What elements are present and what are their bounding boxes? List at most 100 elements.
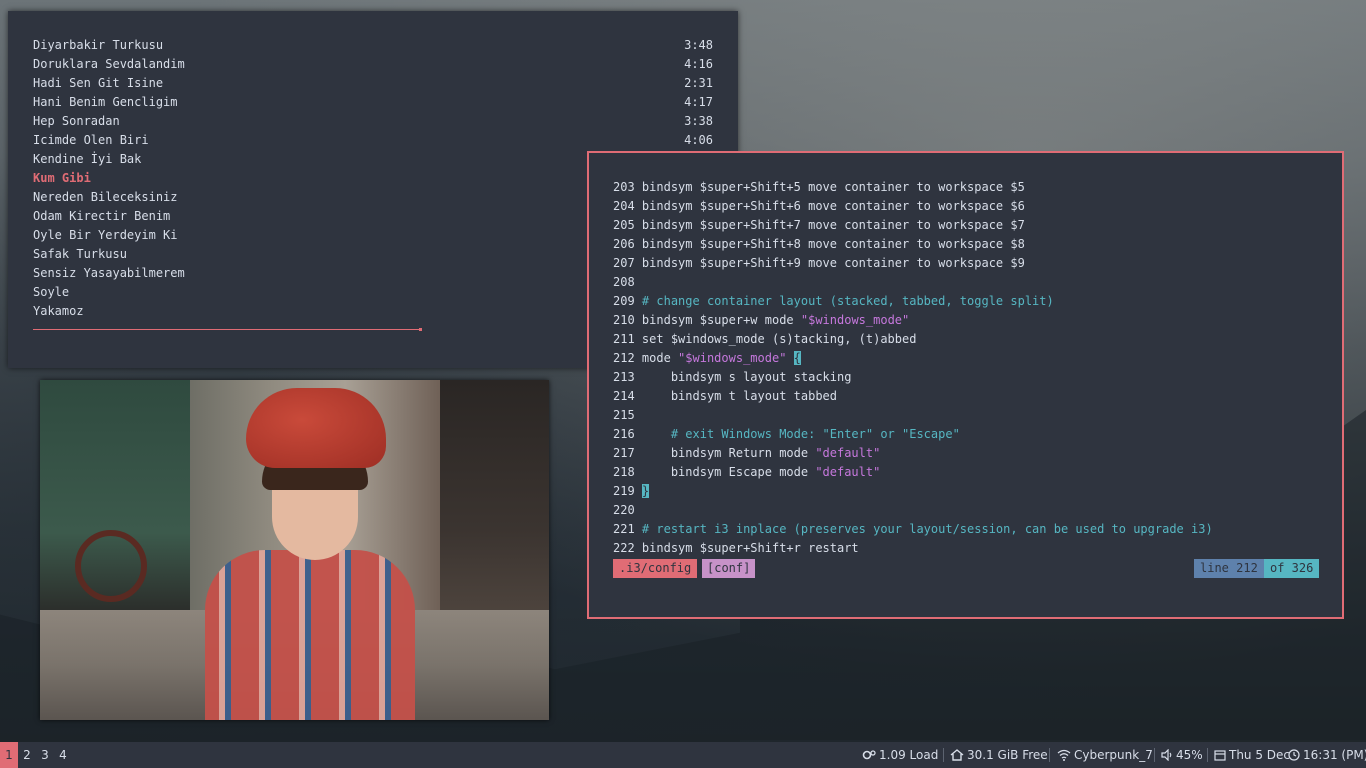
code-line[interactable]: 207 bindsym $super+Shift+9 move containe…: [613, 254, 1025, 273]
line-number: 207: [613, 256, 635, 270]
code-string: "default": [815, 446, 881, 460]
code-line[interactable]: 220: [613, 501, 642, 520]
bar-separator: [1154, 748, 1155, 762]
code-line[interactable]: 211 set $windows_mode (s)tacking, (t)abb…: [613, 330, 916, 349]
track-title: Odam Kirectir Benim: [33, 209, 171, 223]
track-row[interactable]: Icimde Olen Biri 4:06: [33, 131, 713, 150]
track-title: Kum Gibi: [33, 171, 91, 185]
code-text: bindsym s layout stacking: [641, 370, 852, 384]
status-line-number: line 212: [1194, 559, 1264, 578]
line-number: 215: [613, 408, 635, 422]
gears-icon: [862, 748, 879, 762]
code-text: mode: [641, 351, 679, 365]
code-text: bindsym $super+Shift+r restart: [641, 541, 859, 555]
workspace-button[interactable]: 4: [54, 742, 72, 768]
track-row[interactable]: Diyarbakir Turkusu 3:48: [33, 36, 713, 55]
code-line[interactable]: 222 bindsym $super+Shift+r restart: [613, 539, 859, 558]
photo-image-viewer: [40, 380, 549, 720]
line-number: 211: [613, 332, 635, 346]
time-indicator: 16:31 (PM): [1288, 742, 1366, 768]
status-filename: .i3/config: [613, 559, 698, 578]
disk-indicator: 30.1 GiB Free: [950, 742, 1048, 768]
code-line[interactable]: 212 mode "$windows_mode" {: [613, 349, 801, 368]
line-number: 217: [613, 446, 635, 460]
code-string: "$windows_mode": [800, 313, 910, 327]
line-number: 214: [613, 389, 635, 403]
track-row[interactable]: Hep Sonradan 3:38: [33, 112, 713, 131]
line-number: 204: [613, 199, 635, 213]
bar-separator: [1207, 748, 1208, 762]
disk-value: 30.1 GiB Free: [967, 748, 1048, 762]
track-duration: 3:48: [684, 38, 713, 52]
editor-terminal-window[interactable]: 203 bindsym $super+Shift+5 move containe…: [587, 151, 1344, 619]
status-line-total: of 326: [1264, 559, 1320, 578]
line-number: 206: [613, 237, 635, 251]
code-line[interactable]: 209 # change container layout (stacked, …: [613, 292, 1054, 311]
code-comment: # change container layout (stacked, tabb…: [641, 294, 1054, 308]
code-line[interactable]: 216 # exit Windows Mode: "Enter" or "Esc…: [613, 425, 960, 444]
track-title: Yakamoz: [33, 304, 84, 318]
track-title: Soyle: [33, 285, 70, 299]
code-line[interactable]: 218 bindsym Escape mode "default": [613, 463, 880, 482]
workspace-button[interactable]: 2: [18, 742, 36, 768]
code-line[interactable]: 205 bindsym $super+Shift+7 move containe…: [613, 216, 1025, 235]
wifi-icon: [1057, 748, 1074, 762]
photo-train-right: [440, 380, 549, 630]
status-filetype: [conf]: [702, 559, 756, 578]
bar-separator: [943, 748, 944, 762]
track-row[interactable]: Hani Benim Gencligim 4:17: [33, 93, 713, 112]
photo-child-shirt: [205, 550, 415, 720]
code-line[interactable]: 217 bindsym Return mode "default": [613, 444, 880, 463]
code-string: "$windows_mode": [678, 351, 787, 365]
code-line[interactable]: 219 }: [613, 482, 650, 501]
code-line[interactable]: 203 bindsym $super+Shift+5 move containe…: [613, 178, 1025, 197]
line-number: 209: [613, 294, 635, 308]
home-icon: [950, 748, 967, 762]
line-number: 216: [613, 427, 635, 441]
track-duration: 3:38: [684, 114, 713, 128]
code-line[interactable]: 206 bindsym $super+Shift+8 move containe…: [613, 235, 1025, 254]
photo-child-hat: [246, 388, 386, 468]
workspace-button[interactable]: 3: [36, 742, 54, 768]
progress-bar[interactable]: [33, 329, 421, 330]
code-line[interactable]: 204 bindsym $super+Shift+6 move containe…: [613, 197, 1025, 216]
track-title: Hani Benim Gencligim: [33, 95, 178, 109]
code-text: bindsym $super+Shift+6 move container to…: [641, 199, 1025, 213]
volume-value: 45%: [1176, 748, 1203, 762]
track-duration: 4:17: [684, 95, 713, 109]
code-text: bindsym $super+Shift+5 move container to…: [641, 180, 1025, 194]
progress-knob[interactable]: [419, 328, 422, 331]
volume-indicator[interactable]: 45%: [1161, 742, 1203, 768]
text-cursor: {: [793, 351, 801, 365]
workspace-button[interactable]: 1: [0, 742, 18, 768]
line-number: 219: [613, 484, 635, 498]
photo-train-wheel: [75, 530, 147, 602]
code-comment: # restart i3 inplace (preserves your lay…: [641, 522, 1213, 536]
load-indicator: 1.09 Load: [862, 742, 938, 768]
track-row[interactable]: Hadi Sen Git Isine 2:31: [33, 74, 713, 93]
code-line[interactable]: 210 bindsym $super+w mode "$windows_mode…: [613, 311, 909, 330]
track-duration: 4:16: [684, 57, 713, 71]
code-line[interactable]: 214 bindsym t layout tabbed: [613, 387, 837, 406]
line-number: 212: [613, 351, 635, 365]
line-number: 221: [613, 522, 635, 536]
calendar-icon: [1214, 748, 1229, 762]
code-line[interactable]: 221 # restart i3 inplace (preserves your…: [613, 520, 1213, 539]
line-number: 213: [613, 370, 635, 384]
wifi-name: Cyberpunk_7: [1074, 748, 1153, 762]
code-line[interactable]: 213 bindsym s layout stacking: [613, 368, 851, 387]
line-number: 208: [613, 275, 635, 289]
bar-separator: [1049, 748, 1050, 762]
code-line[interactable]: 215: [613, 406, 642, 425]
text-cursor: }: [641, 484, 650, 498]
code-string: "default": [815, 465, 881, 479]
load-value: 1.09 Load: [879, 748, 939, 762]
track-row[interactable]: Doruklara Sevdalandim 4:16: [33, 55, 713, 74]
code-comment: # exit Windows Mode: "Enter" or "Escape": [641, 427, 960, 441]
line-number: 220: [613, 503, 635, 517]
code-line[interactable]: 208: [613, 273, 642, 292]
line-number: 203: [613, 180, 635, 194]
track-title: Hep Sonradan: [33, 114, 120, 128]
code-text: bindsym $super+w mode: [641, 313, 801, 327]
